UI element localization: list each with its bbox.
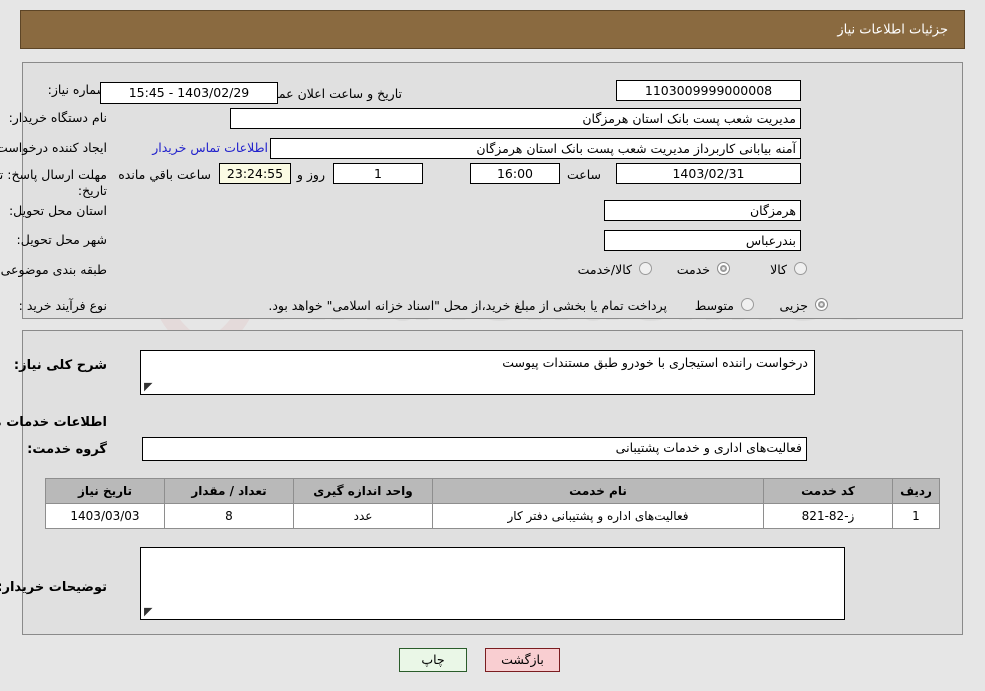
th-unit: واحد اندازه گیری xyxy=(293,478,433,504)
cell-row: 1 xyxy=(892,503,940,529)
heading-services-info: اطلاعات خدمات مورد نیاز xyxy=(0,415,107,430)
label-hours-remaining: ساعت باقي مانده xyxy=(118,167,211,182)
print-button[interactable]: چاپ xyxy=(399,648,467,672)
field-buyer-org[interactable]: مدیریت شعب پست بانک استان هرمزگان xyxy=(230,108,801,129)
resize-grip-icon-notes[interactable]: ◥ xyxy=(144,605,154,618)
page-title: جزئیات اطلاعات نیاز xyxy=(837,22,948,37)
label-service-group: گروه خدمت: xyxy=(27,442,107,457)
buyer-contact-link[interactable]: اطلاعات تماس خریدار xyxy=(152,140,268,155)
cell-service-code: ز-82-821 xyxy=(763,503,893,529)
th-service-name: نام خدمت xyxy=(432,478,764,504)
radio-subject-khedmat[interactable] xyxy=(717,262,730,275)
field-remaining-days[interactable]: 1 xyxy=(333,163,423,184)
label-hour: ساعت xyxy=(566,167,601,182)
page-header-bar: جزئیات اطلاعات نیاز xyxy=(20,10,965,49)
label-buyer-notes: توضیحات خریدار: xyxy=(0,580,107,595)
page-root: AriaTender.net جزئیات اطلاعات نیاز شماره… xyxy=(0,0,985,691)
need-summary-text: درخواست راننده استیجاری با خودرو طبق مست… xyxy=(502,355,808,370)
label-subject-kala: کالا xyxy=(770,262,787,277)
table-row: 1 ز-82-821 فعالیت‌های اداره و پشتیبانی د… xyxy=(45,503,940,529)
th-row: ردیف xyxy=(892,478,940,504)
field-need-summary[interactable]: درخواست راننده استیجاری با خودرو طبق مست… xyxy=(140,350,815,395)
field-delivery-province[interactable]: هرمزگان xyxy=(604,200,801,221)
th-quantity: تعداد / مقدار xyxy=(164,478,294,504)
label-subject-kala-khedmat: کالا/خدمت xyxy=(577,262,632,277)
th-service-code: کد خدمت xyxy=(763,478,893,504)
table-header-row: ردیف کد خدمت نام خدمت واحد اندازه گیری ت… xyxy=(45,478,940,504)
label-request-creator: ایجاد کننده درخواست: xyxy=(0,140,107,155)
label-response-deadline-date: تاریخ: xyxy=(77,183,107,198)
label-response-deadline: مهلت ارسال پاسخ: تا xyxy=(0,167,107,182)
cell-unit: عدد xyxy=(293,503,433,529)
field-request-creator[interactable]: آمنه بیابانی کاربرداز مدیریت شعب پست بان… xyxy=(270,138,801,159)
cell-service-name: فعالیت‌های اداره و پشتیبانی دفتر کار xyxy=(432,503,764,529)
field-public-announce-datetime[interactable]: 1403/02/29 - 15:45 xyxy=(100,82,278,104)
label-process-jozei: جزیی xyxy=(779,298,808,313)
radio-subject-kala[interactable] xyxy=(794,262,807,275)
purchase-note: پرداخت تمام یا بخشی از مبلغ خرید،از محل … xyxy=(268,298,667,313)
label-need-summary: شرح کلی نیاز: xyxy=(13,358,107,373)
field-deadline-date[interactable]: 1403/02/31 xyxy=(616,163,801,184)
field-deadline-hour[interactable]: 16:00 xyxy=(470,163,560,184)
label-need-number: شماره نیاز: xyxy=(47,82,107,97)
cell-quantity: 8 xyxy=(164,503,294,529)
label-day-and: روز و xyxy=(296,167,325,182)
cell-need-date: 1403/03/03 xyxy=(45,503,165,529)
label-buyer-org: نام دستگاه خریدار: xyxy=(8,110,107,125)
label-delivery-city: شهر محل تحویل: xyxy=(16,232,107,247)
services-table: ردیف کد خدمت نام خدمت واحد اندازه گیری ت… xyxy=(45,478,940,529)
label-delivery-province: استان محل تحویل: xyxy=(8,203,107,218)
label-purchase-process-type: نوع فرآیند خرید : xyxy=(18,298,107,313)
field-buyer-notes[interactable]: ◥ xyxy=(140,547,845,620)
field-remaining-time: 23:24:55 xyxy=(219,163,291,184)
back-button[interactable]: بازگشت xyxy=(485,648,560,672)
field-service-group[interactable]: فعالیت‌های اداری و خدمات پشتیبانی xyxy=(142,437,807,461)
radio-subject-kala-khedmat[interactable] xyxy=(639,262,652,275)
radio-process-jozei[interactable] xyxy=(815,298,828,311)
field-need-number[interactable]: 1103009999000008 xyxy=(616,80,801,101)
resize-grip-icon[interactable]: ◥ xyxy=(144,380,154,393)
label-subject-khedmat: خدمت xyxy=(676,262,710,277)
label-process-motavaset: متوسط xyxy=(694,298,734,313)
radio-process-motavaset[interactable] xyxy=(741,298,754,311)
label-subject-category: طبقه بندی موضوعی: xyxy=(0,262,107,277)
field-delivery-city[interactable]: بندرعباس xyxy=(604,230,801,251)
th-need-date: تاریخ نیاز xyxy=(45,478,165,504)
